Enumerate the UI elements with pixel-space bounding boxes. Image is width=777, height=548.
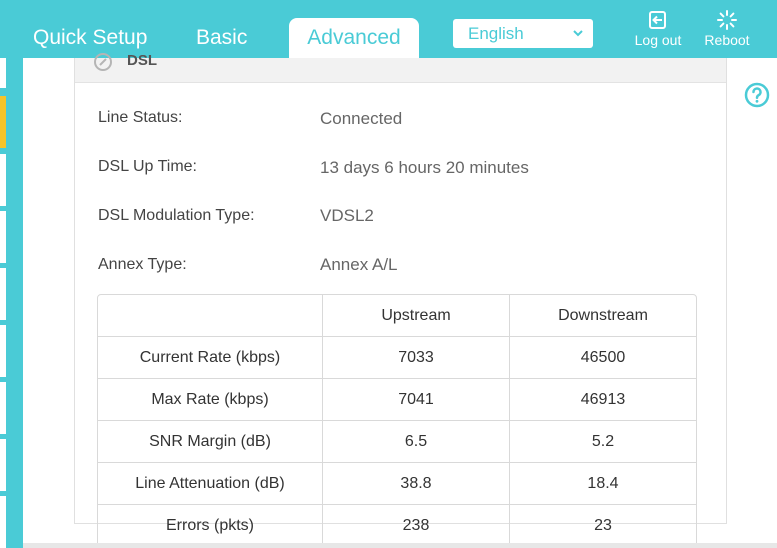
dsl-modulation-value: VDSL2: [320, 206, 374, 225]
side-menu-item[interactable]: [0, 496, 6, 548]
table-row: SNR Margin (dB) 6.5 5.2: [98, 421, 696, 463]
logout-icon: [649, 11, 666, 29]
panel-title: DSL: [127, 52, 157, 69]
row-label: Errors (pkts): [98, 505, 323, 547]
tab-advanced[interactable]: Advanced: [289, 18, 419, 58]
side-menu-item[interactable]: [0, 439, 6, 491]
upstream-value: 7041: [323, 379, 510, 421]
downstream-value: 5.2: [510, 421, 696, 463]
language-select-value: English: [468, 24, 524, 43]
side-menu-item[interactable]: [0, 325, 6, 377]
row-label: Current Rate (kbps): [98, 337, 323, 379]
table-row: Line Attenuation (dB) 38.8 18.4: [98, 463, 696, 505]
row-label: Line Attenuation (dB): [98, 463, 323, 505]
footer-divider: [23, 543, 777, 548]
side-menu-item[interactable]: [0, 382, 6, 434]
upstream-value: 38.8: [323, 463, 510, 505]
language-select[interactable]: English: [453, 19, 593, 48]
downstream-value: 46500: [510, 337, 696, 379]
downstream-value: 18.4: [510, 463, 696, 505]
side-menu-item[interactable]: [0, 154, 6, 206]
side-menu-item[interactable]: [0, 58, 6, 88]
top-nav-bar: Quick Setup Basic Advanced English Log o…: [0, 0, 777, 58]
collapse-icon[interactable]: [93, 52, 113, 72]
table-header-row: Upstream Downstream: [98, 295, 696, 337]
upstream-value: 7033: [323, 337, 510, 379]
dsl-up-time-label: DSL Up Time:: [98, 158, 197, 175]
dsl-up-time-value: 13 days 6 hours 20 minutes: [320, 158, 529, 177]
logout-label: Log out: [634, 32, 682, 48]
dsl-stats-table: Upstream Downstream Current Rate (kbps) …: [97, 294, 697, 548]
table-row: Current Rate (kbps) 7033 46500: [98, 337, 696, 379]
side-menu: [0, 58, 23, 548]
table-row: Errors (pkts) 238 23: [98, 505, 696, 547]
upstream-value: 6.5: [323, 421, 510, 463]
dsl-modulation-label: DSL Modulation Type:: [98, 207, 255, 224]
annex-type-label: Annex Type:: [98, 256, 187, 273]
side-menu-item[interactable]: [0, 268, 6, 320]
table-header-upstream: Upstream: [323, 295, 510, 337]
line-status-value: Connected: [320, 109, 403, 128]
table-header-downstream: Downstream: [510, 295, 696, 337]
table-row: Max Rate (kbps) 7041 46913: [98, 379, 696, 421]
panel-header: DSL: [75, 52, 726, 83]
table-header-empty: [98, 295, 323, 337]
tab-basic[interactable]: Basic: [196, 18, 247, 58]
line-status-label: Line Status:: [98, 109, 183, 126]
upstream-value: 238: [323, 505, 510, 547]
reboot-button[interactable]: Reboot: [702, 10, 752, 48]
chevron-down-icon: [573, 30, 583, 37]
downstream-value: 46913: [510, 379, 696, 421]
row-label: SNR Margin (dB): [98, 421, 323, 463]
reboot-icon: [717, 10, 737, 30]
help-icon[interactable]: [744, 82, 770, 108]
row-label: Max Rate (kbps): [98, 379, 323, 421]
side-menu-item[interactable]: [0, 211, 6, 263]
reboot-label: Reboot: [704, 32, 750, 48]
annex-type-value: Annex A/L: [320, 255, 398, 274]
side-menu-item-active[interactable]: [0, 96, 6, 148]
logout-button[interactable]: Log out: [632, 10, 684, 48]
downstream-value: 23: [510, 505, 696, 547]
